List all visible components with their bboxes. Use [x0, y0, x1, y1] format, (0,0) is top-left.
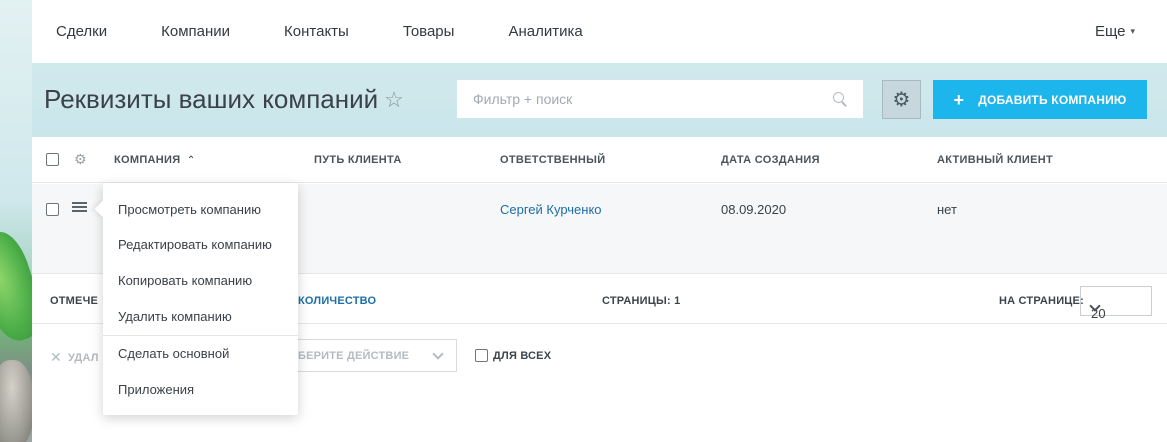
per-page-select[interactable]: 20 [1080, 286, 1152, 321]
responsible-link[interactable]: Сергей Курченко [500, 202, 602, 217]
active-client-value: нет [937, 202, 957, 217]
nav-item-analytics[interactable]: Аналитика [508, 23, 582, 40]
add-company-label: ДОБАВИТЬ КОМПАНИЮ [978, 92, 1127, 107]
table-header: ⚙ КОМПАНИЯ ⌃ ПУТЬ КЛИЕНТА ОТВЕТСТВЕННЫЙ … [32, 137, 1167, 183]
menu-item-make-primary[interactable]: Сделать основной [118, 346, 229, 361]
star-icon[interactable]: ☆ [384, 87, 404, 113]
menu-item-view-company[interactable]: Просмотреть компанию [118, 202, 261, 217]
pages-label: СТРАНИЦЫ: 1 [602, 295, 681, 307]
column-header-path[interactable]: ПУТЬ КЛИЕНТА [314, 154, 402, 166]
close-icon: ✕ [50, 349, 62, 365]
nav-item-companies[interactable]: Компании [161, 23, 230, 40]
page-title-wrap: Реквизиты ваших компаний ☆ [44, 84, 404, 115]
delete-button[interactable]: ✕ УДАЛ [50, 349, 99, 366]
for-all-label: ДЛЯ ВСЕХ [493, 349, 552, 362]
action-select-label: ЫБЕРИТЕ ДЕЙСТВИЕ [287, 349, 410, 362]
row-menu-icon[interactable] [72, 202, 87, 212]
per-page-label: НА СТРАНИЦЕ: [999, 295, 1084, 307]
show-count-link[interactable]: КОЛИЧЕСТВО [298, 295, 376, 307]
more-menu-button[interactable]: Еще ▾ [1095, 23, 1135, 40]
more-label: Еще [1094, 23, 1126, 40]
menu-item-delete-company[interactable]: Удалить компанию [118, 309, 232, 324]
menu-item-copy-company[interactable]: Копировать компанию [118, 273, 252, 288]
menu-item-applications[interactable]: Приложения [118, 382, 194, 397]
add-company-button[interactable]: + ДОБАВИТЬ КОМПАНИЮ [933, 80, 1147, 119]
created-date: 08.09.2020 [721, 202, 787, 217]
plus-icon: + [953, 89, 965, 110]
menu-item-edit-company[interactable]: Редактировать компанию [118, 237, 272, 252]
nav-item-products[interactable]: Товары [403, 23, 455, 40]
nav-item-deals[interactable]: Сделки [56, 23, 107, 40]
gear-icon: ⚙ [892, 88, 911, 111]
delete-label: УДАЛ [67, 351, 99, 364]
nav-item-contacts[interactable]: Контакты [284, 23, 349, 40]
search-input[interactable] [473, 91, 832, 107]
chevron-down-icon: ▾ [1130, 26, 1135, 36]
page-title: Реквизиты ваших компаний [44, 84, 379, 114]
column-header-company-label: КОМПАНИЯ [114, 154, 181, 166]
column-settings-gear-icon[interactable]: ⚙ [74, 151, 87, 168]
column-header-company[interactable]: КОМПАНИЯ ⌃ [114, 154, 196, 166]
for-all-checkbox[interactable] [475, 349, 488, 362]
select-all-checkbox[interactable] [46, 153, 59, 166]
column-header-active[interactable]: АКТИВНЫЙ КЛИЕНТ [937, 154, 1053, 166]
top-nav: Сделки Компании Контакты Товары Аналитик… [32, 0, 1167, 63]
settings-button[interactable]: ⚙ [882, 80, 921, 119]
column-header-responsible[interactable]: ОТВЕТСТВЕННЫЙ [500, 154, 605, 166]
action-select[interactable]: ЫБЕРИТЕ ДЕЙСТВИЕ [278, 339, 457, 372]
menu-divider [103, 335, 298, 336]
search-box[interactable] [457, 80, 863, 118]
sort-asc-icon: ⌃ [183, 155, 196, 166]
chevron-down-icon [432, 347, 444, 360]
row-context-menu: Просмотреть компанию Редактировать компа… [103, 183, 298, 415]
search-icon[interactable] [832, 91, 847, 107]
column-header-created[interactable]: ДАТА СОЗДАНИЯ [721, 154, 820, 166]
row-checkbox[interactable] [46, 203, 59, 216]
for-all-option[interactable]: ДЛЯ ВСЕХ [475, 349, 551, 362]
selected-count-label: ОТМЕЧЕ [50, 295, 99, 307]
